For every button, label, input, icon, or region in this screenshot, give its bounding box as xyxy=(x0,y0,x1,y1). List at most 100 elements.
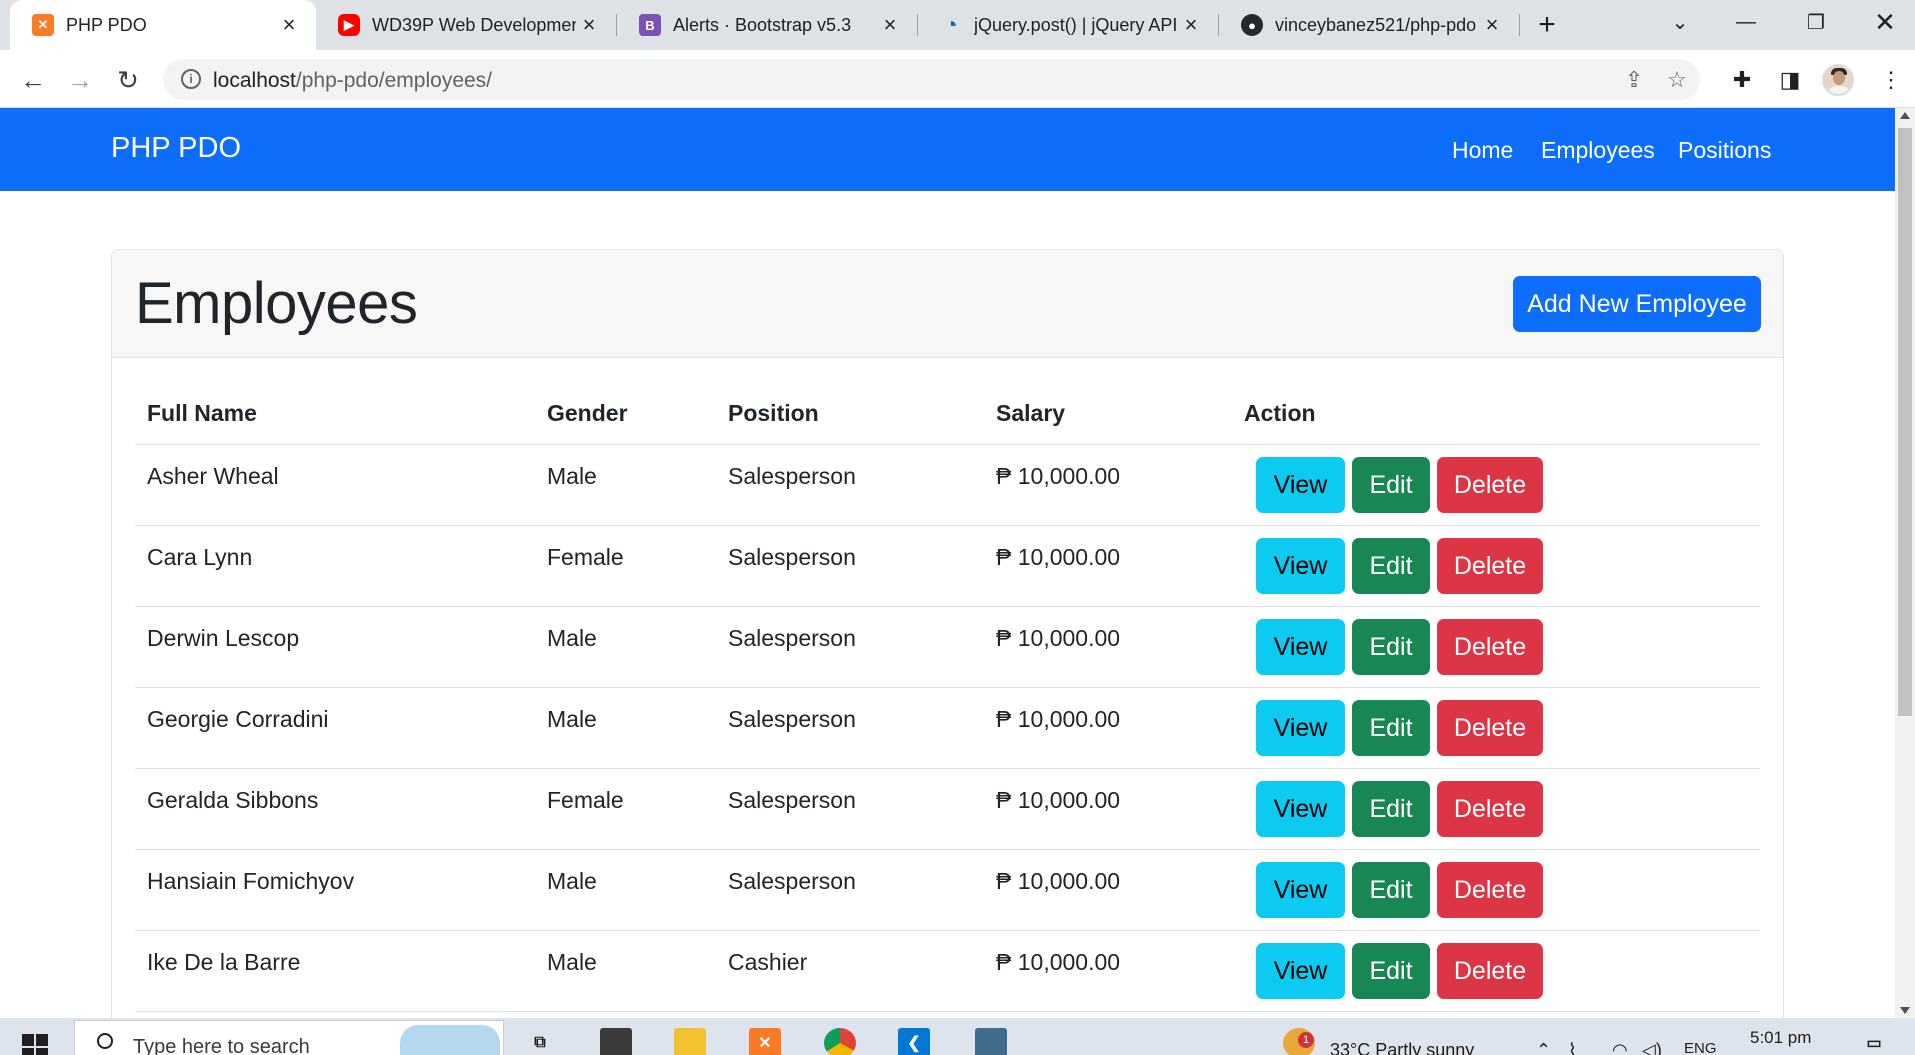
network-icon[interactable]: ⌇ xyxy=(1568,1040,1577,1055)
site-info-icon[interactable]: i xyxy=(181,69,201,89)
page-scrollbar[interactable] xyxy=(1895,108,1915,1018)
windows-start-icon[interactable] xyxy=(22,1034,48,1055)
file-explorer-icon[interactable] xyxy=(674,1028,706,1055)
page-title: Employees xyxy=(135,271,418,336)
close-icon[interactable]: × xyxy=(877,12,903,38)
menu-icon[interactable]: ⋮ xyxy=(1876,65,1906,95)
cell-gender: Female xyxy=(547,787,624,813)
tab-title: WD39P Web Developmen xyxy=(372,14,576,35)
cell-salary: ₱ 10,000.00 xyxy=(996,868,1121,894)
minimize-icon[interactable]: — xyxy=(1716,0,1776,44)
close-icon[interactable]: × xyxy=(1178,12,1204,38)
delete-button[interactable]: Delete xyxy=(1437,619,1543,675)
extensions-icon[interactable]: ✚ xyxy=(1727,65,1757,95)
task-view-icon[interactable]: ⧉ xyxy=(524,1028,556,1055)
edit-button[interactable]: Edit xyxy=(1352,700,1430,756)
notification-center-icon[interactable]: ▭ xyxy=(1858,1028,1890,1055)
table-body: Asher Wheal Male Salesperson ₱ 10,000.00 Vie… xyxy=(135,445,1760,1012)
tab-title: vinceybanez521/php-pdo xyxy=(1275,14,1477,35)
mysql-workbench-icon[interactable] xyxy=(975,1028,1007,1055)
jquery-icon: ◔ xyxy=(944,12,958,37)
cell-position: Salesperson xyxy=(728,544,856,570)
table-row: Asher Wheal Male Salesperson ₱ 10,000.00 Vie… xyxy=(135,445,1760,526)
taskbar-search[interactable]: Type here to search xyxy=(74,1020,504,1055)
reload-icon[interactable]: ↻ xyxy=(110,62,146,98)
cell-gender: Male xyxy=(547,706,597,732)
view-button[interactable]: View xyxy=(1256,619,1345,675)
nav-link-employees[interactable]: Employees xyxy=(1541,137,1655,164)
scroll-up-icon[interactable] xyxy=(1900,112,1910,119)
cell-gender: Male xyxy=(547,868,597,894)
delete-button[interactable]: Delete xyxy=(1437,538,1543,594)
edit-button[interactable]: Edit xyxy=(1352,619,1430,675)
share-icon[interactable]: ⇪ xyxy=(1621,67,1647,93)
cell-salary: ₱ 10,000.00 xyxy=(996,463,1121,489)
view-button[interactable]: View xyxy=(1256,538,1345,594)
cell-salary: ₱ 10,000.00 xyxy=(996,787,1121,813)
nav-link-positions[interactable]: Positions xyxy=(1678,137,1771,164)
language-indicator[interactable]: ENG xyxy=(1684,1040,1717,1055)
navbar-brand[interactable]: PHP PDO xyxy=(111,132,241,165)
new-tab-icon[interactable]: + xyxy=(1530,8,1564,42)
bookmark-star-icon[interactable]: ☆ xyxy=(1664,67,1690,93)
cell-salary: ₱ 10,000.00 xyxy=(996,949,1121,975)
forward-icon[interactable]: → xyxy=(62,62,98,98)
add-employee-button[interactable]: Add New Employee xyxy=(1513,276,1761,332)
delete-button[interactable]: Delete xyxy=(1437,781,1543,837)
close-icon[interactable]: × xyxy=(1479,12,1505,38)
table-row: Ike De la Barre Male Cashier ₱ 10,000.00 Vie… xyxy=(135,931,1760,1012)
cell-position: Salesperson xyxy=(728,868,856,894)
edit-button[interactable]: Edit xyxy=(1352,943,1430,999)
view-button[interactable]: View xyxy=(1256,781,1345,837)
address-bar[interactable]: i localhost/php-pdo/employees/ ⇪ ☆ xyxy=(163,59,1700,100)
scrollbar-thumb[interactable] xyxy=(1898,128,1912,716)
view-button[interactable]: View xyxy=(1256,943,1345,999)
employees-card: Employees Add New Employee Full Name Gen… xyxy=(111,249,1784,1018)
vscode-taskbar-icon[interactable]: ❮ xyxy=(898,1028,930,1055)
tab-search-icon[interactable]: ⌄ xyxy=(1650,0,1710,44)
taskbar-clock[interactable]: 5:01 pm xyxy=(1750,1028,1811,1048)
search-icon xyxy=(97,1033,113,1049)
window-close-icon[interactable]: ✕ xyxy=(1855,0,1915,44)
chrome-taskbar-icon[interactable] xyxy=(824,1028,856,1055)
view-button[interactable]: View xyxy=(1256,700,1345,756)
restore-icon[interactable]: ❐ xyxy=(1786,0,1846,44)
weather-text[interactable]: 33°C Partly sunny xyxy=(1330,1040,1474,1055)
windows-taskbar: Type here to search ⧉ ✕ ❮ 1 33°C Partly … xyxy=(0,1018,1915,1055)
browser-tab-3[interactable]: B Alerts · Bootstrap v5.3 × xyxy=(617,0,917,50)
close-icon[interactable]: × xyxy=(576,12,602,38)
sticky-notes-icon[interactable] xyxy=(600,1028,632,1055)
edit-button[interactable]: Edit xyxy=(1352,457,1430,513)
tab-title: jQuery.post() | jQuery API xyxy=(974,14,1178,35)
side-panel-icon[interactable]: ◨ xyxy=(1775,65,1805,95)
delete-button[interactable]: Delete xyxy=(1437,700,1543,756)
address-url[interactable]: localhost/php-pdo/employees/ xyxy=(213,69,492,93)
edit-button[interactable]: Edit xyxy=(1352,862,1430,918)
browser-tab-4[interactable]: ◔ jQuery.post() | jQuery API × xyxy=(918,0,1218,50)
bootstrap-icon: B xyxy=(639,14,661,36)
close-icon[interactable]: × xyxy=(276,12,302,38)
browser-tab-1[interactable]: ✕ PHP PDO × xyxy=(10,0,316,50)
back-icon[interactable]: ← xyxy=(15,62,51,98)
cell-gender: Female xyxy=(547,544,624,570)
edit-button[interactable]: Edit xyxy=(1352,781,1430,837)
view-button[interactable]: View xyxy=(1256,862,1345,918)
edit-button[interactable]: Edit xyxy=(1352,538,1430,594)
scroll-down-icon[interactable] xyxy=(1900,1007,1910,1014)
cell-salary: ₱ 10,000.00 xyxy=(996,544,1121,570)
nav-link-home[interactable]: Home xyxy=(1452,137,1513,164)
profile-avatar[interactable] xyxy=(1822,64,1854,96)
view-button[interactable]: View xyxy=(1256,457,1345,513)
wifi-icon[interactable]: ◠ xyxy=(1612,1040,1628,1055)
browser-tab-2[interactable]: ▶ WD39P Web Developmen × xyxy=(316,0,616,50)
volume-icon[interactable]: ◁) xyxy=(1642,1040,1662,1055)
delete-button[interactable]: Delete xyxy=(1437,943,1543,999)
delete-button[interactable]: Delete xyxy=(1437,862,1543,918)
page-viewport: PHP PDO Home Employees Positions Employe… xyxy=(0,108,1895,1018)
xampp-taskbar-icon[interactable]: ✕ xyxy=(749,1028,781,1055)
header-position: Position xyxy=(728,400,819,426)
table-row: Georgie Corradini Male Salesperson ₱ 10,000… xyxy=(135,688,1760,769)
tray-chevron-icon[interactable]: ⌃ xyxy=(1536,1040,1551,1055)
delete-button[interactable]: Delete xyxy=(1437,457,1543,513)
browser-tab-5[interactable]: ● vinceybanez521/php-pdo × xyxy=(1219,0,1519,50)
